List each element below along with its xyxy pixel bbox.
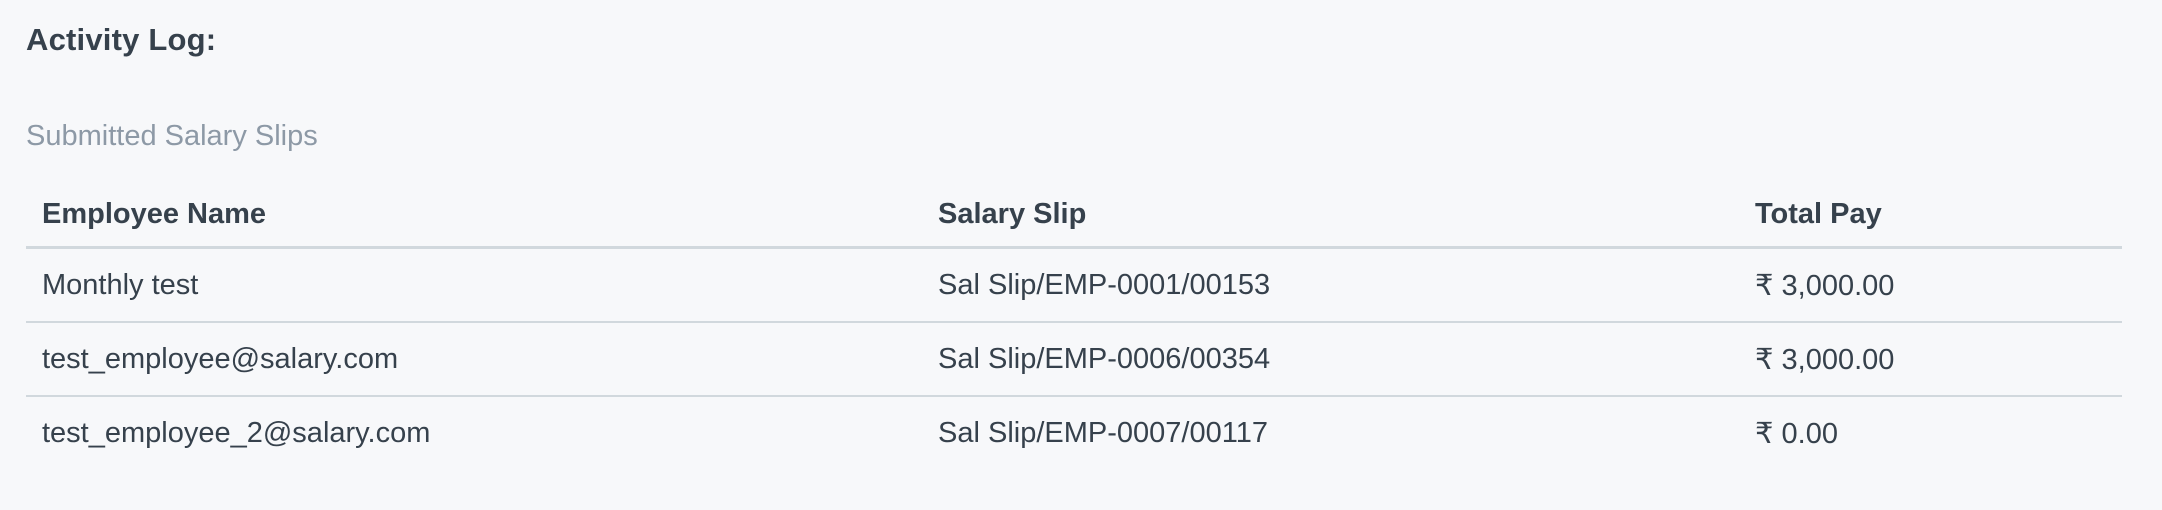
employee-name-cell: test_employee_2@salary.com (42, 416, 431, 449)
column-header-salary-slip: Salary Slip (922, 182, 1739, 249)
table-header-row: Employee Name Salary Slip Total Pay (26, 182, 2122, 249)
employee-name-cell: test_employee@salary.com (26, 322, 922, 397)
total-pay-cell: ₹ 3,000.00 (1739, 322, 2122, 397)
column-header-total-pay: Total Pay (1739, 182, 2122, 249)
employee-name-cell: Monthly test (26, 247, 922, 323)
table-row: test_employee@salary.com Sal Slip/EMP-00… (26, 322, 2122, 397)
total-pay-cell: ₹ 3,000.00 (1739, 247, 2122, 323)
table-row: test_employee_2@salary.com Sal Slip/EMP-… (26, 396, 2122, 469)
submitted-salary-slips-heading: Submitted Salary Slips (26, 120, 318, 152)
total-pay-cell: ₹ 0.00 (1755, 417, 1838, 450)
activity-log-title: Activity Log: (26, 22, 217, 57)
column-header-employee-name: Employee Name (26, 182, 922, 249)
salary-slip-cell: Sal Slip/EMP-0001/00153 (922, 247, 1739, 323)
salary-slips-table: Employee Name Salary Slip Total Pay Mont… (26, 182, 2122, 469)
salary-slip-cell: Sal Slip/EMP-0007/00117 (938, 416, 1268, 449)
table-row: Monthly test Sal Slip/EMP-0001/00153 ₹ 3… (26, 247, 2122, 323)
salary-slip-cell: Sal Slip/EMP-0006/00354 (922, 322, 1739, 397)
